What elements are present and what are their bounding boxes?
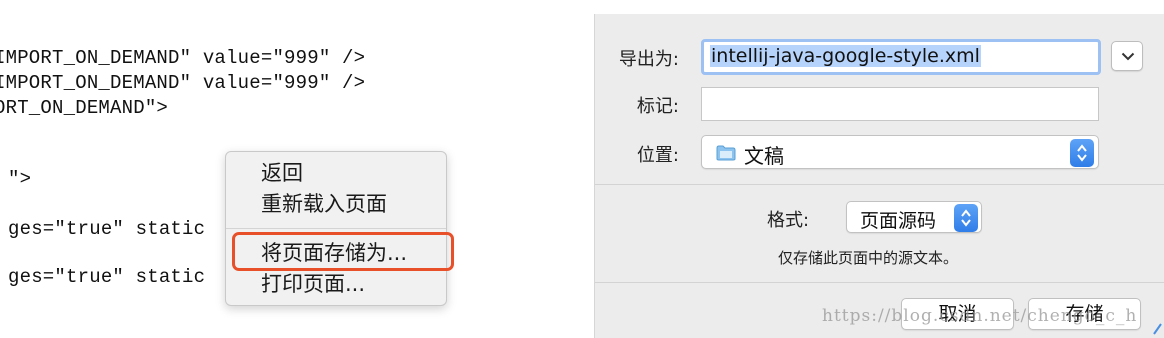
chevron-down-icon bbox=[1121, 52, 1135, 61]
location-stepper bbox=[1070, 139, 1094, 167]
folder-icon bbox=[716, 145, 736, 161]
code-editor-pane: IMPORT_ON_DEMAND" value="999" /> IMPORT_… bbox=[0, 0, 580, 338]
code-line: IMPORT_ON_DEMAND" value="999" /> bbox=[0, 72, 366, 94]
menu-item-reload[interactable]: 重新载入页面 bbox=[261, 194, 387, 215]
context-menu: 返回 重新载入页面 将页面存储为... 打印页面... bbox=[225, 151, 454, 306]
save-dialog: 导出为: intellij-java-google-style.xml 标记: … bbox=[594, 14, 1164, 338]
resize-corner-icon bbox=[1153, 323, 1162, 335]
format-label: 格式: bbox=[767, 210, 810, 231]
menu-item-back[interactable]: 返回 bbox=[261, 163, 303, 184]
menu-separator bbox=[226, 228, 446, 229]
code-line: ORT_ON_DEMAND"> bbox=[0, 97, 169, 119]
code-line: "> bbox=[8, 168, 32, 190]
location-select[interactable]: 文稿 bbox=[701, 135, 1099, 169]
menu-item-save-page-as[interactable]: 将页面存储为... bbox=[261, 243, 407, 264]
tags-label: 标记: bbox=[636, 96, 679, 117]
format-stepper bbox=[954, 204, 978, 232]
stepper-arrows-icon bbox=[1077, 144, 1087, 162]
location-value: 文稿 bbox=[744, 144, 784, 168]
divider bbox=[595, 282, 1164, 283]
tags-input[interactable] bbox=[701, 87, 1099, 121]
watermark: https://blog.csdn.net/chengo_c_h bbox=[822, 306, 1138, 326]
code-line: ges="true" static bbox=[8, 266, 206, 288]
code-line: IMPORT_ON_DEMAND" value="999" /> bbox=[0, 47, 366, 69]
format-hint: 仅存储此页面中的源文本。 bbox=[778, 249, 959, 267]
filename-value: intellij-java-google-style.xml bbox=[710, 45, 981, 67]
menu-item-print-page[interactable]: 打印页面... bbox=[261, 274, 365, 295]
where-label: 位置: bbox=[636, 145, 679, 166]
format-select[interactable]: 页面源码 bbox=[846, 201, 982, 233]
format-value: 页面源码 bbox=[860, 210, 937, 232]
filename-input[interactable]: intellij-java-google-style.xml bbox=[701, 39, 1101, 75]
code-line: ges="true" static bbox=[8, 218, 206, 240]
export-as-label: 导出为: bbox=[618, 49, 679, 70]
stepper-arrows-icon bbox=[961, 209, 971, 227]
expand-dialog-button[interactable] bbox=[1111, 41, 1143, 71]
divider bbox=[595, 184, 1164, 185]
